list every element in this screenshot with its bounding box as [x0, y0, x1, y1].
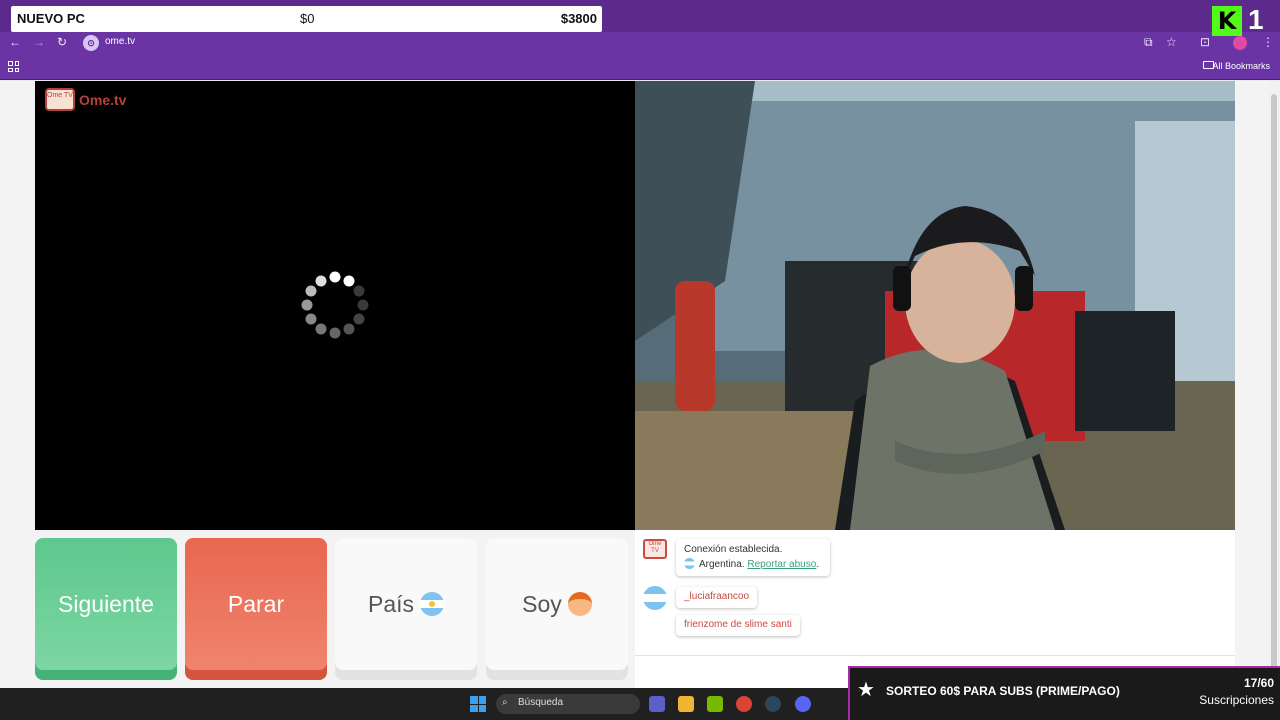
tracker-current: $0 — [300, 11, 315, 26]
sub-goal-count: 17/60 — [1243, 676, 1274, 690]
site-info-icon[interactable]: ⊙ — [83, 35, 99, 51]
browser-address-row — [0, 32, 1280, 54]
meet-icon[interactable] — [649, 696, 665, 712]
gender-button-label: Soy — [522, 591, 562, 617]
files-icon[interactable] — [678, 696, 694, 712]
menu-icon[interactable]: ⋮ — [1262, 35, 1274, 49]
connection-status: Conexión establecida. — [684, 544, 783, 555]
taskbar-search[interactable]: Búsqueda — [496, 694, 640, 714]
bookmarks-bar — [0, 54, 1280, 80]
peer-flag-avatar — [643, 586, 667, 610]
search-icon: ⌕ — [502, 697, 508, 708]
chat-input[interactable] — [635, 655, 1235, 656]
stop-button-label: Parar — [227, 591, 285, 617]
ome-logo-text: Ome.tv — [79, 92, 127, 108]
nvidia-icon[interactable] — [707, 696, 723, 712]
chat-message: frienzome de slime santi — [676, 615, 800, 636]
tracker-title: NUEVO PC — [17, 11, 85, 26]
forward-icon[interactable]: → — [33, 35, 45, 49]
profile-icon[interactable] — [1233, 36, 1247, 50]
next-button[interactable]: Siguiente — [35, 538, 177, 680]
stop-button[interactable]: Parar — [185, 538, 327, 680]
star-icon: ★ — [857, 679, 875, 701]
self-webcam-video — [635, 81, 1235, 530]
next-button-label: Siguiente — [58, 591, 154, 617]
ome-tv-icon: Ome TV — [643, 539, 667, 559]
cast-icon[interactable]: ⧉ — [1144, 35, 1153, 49]
peer-country: Argentina. — [699, 559, 745, 570]
kick-counter: 1 — [1248, 4, 1264, 35]
tracker-goal: $3800 — [560, 11, 597, 26]
sub-goal-unit: Suscripciones — [1199, 693, 1274, 707]
chat-message: _luciafraancoo — [676, 587, 758, 608]
system-message: Conexión establecida. Argentina. Reporta… — [676, 539, 830, 576]
discord-icon[interactable] — [795, 696, 811, 712]
sub-goal-label: SORTEO 60$ PARA SUBS (PRIME/PAGO) — [886, 684, 1120, 698]
apps-grid-icon[interactable] — [8, 61, 19, 72]
pc-goal-tracker: NUEVO PC $0 $3800 — [11, 6, 602, 32]
report-abuse-link[interactable]: Reportar abuso — [747, 559, 816, 570]
back-icon[interactable]: ← — [9, 35, 21, 49]
country-button-label: País — [367, 591, 415, 617]
gender-button[interactable]: Soy — [486, 538, 628, 680]
chrome-icon[interactable] — [736, 696, 752, 712]
country-button[interactable]: País — [335, 538, 477, 680]
url-field[interactable]: ome.tv — [105, 36, 135, 47]
argentina-flag-icon — [420, 591, 445, 616]
kick-logo-icon: K — [1212, 6, 1242, 36]
argentina-flag-icon — [684, 557, 695, 569]
ome-tv-icon: Ome TV — [45, 88, 75, 111]
reload-icon[interactable]: ↻ — [57, 35, 67, 49]
all-bookmarks-button[interactable]: All Bookmarks — [1212, 61, 1270, 71]
scrollbar-thumb[interactable] — [1271, 94, 1277, 674]
start-icon[interactable] — [470, 696, 486, 712]
star-icon[interactable]: ☆ — [1166, 35, 1177, 49]
boy-face-icon — [567, 591, 592, 616]
loading-spinner-icon — [301, 271, 369, 339]
extensions-icon[interactable]: ⊡ — [1200, 35, 1210, 49]
steam-icon[interactable] — [765, 696, 781, 712]
